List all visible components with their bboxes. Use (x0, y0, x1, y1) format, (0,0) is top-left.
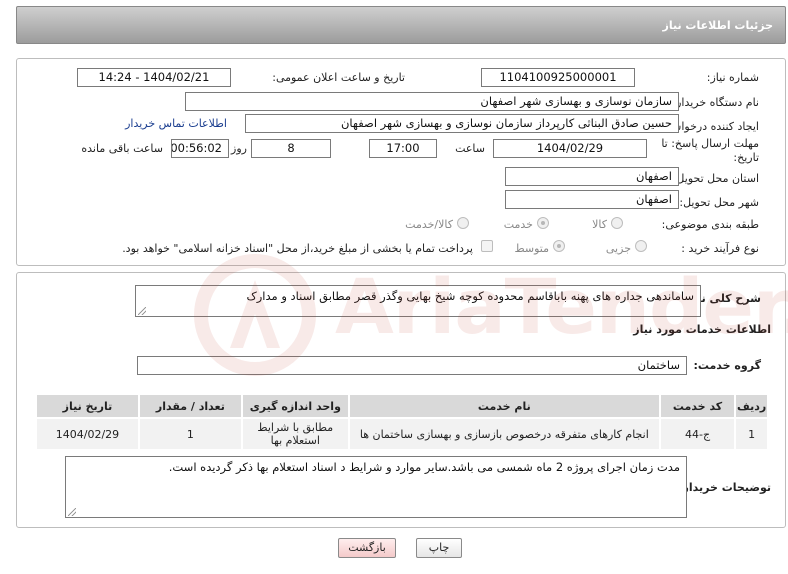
category-radio-goods[interactable] (611, 217, 623, 229)
need-number-field[interactable]: 1104100925000001 (481, 68, 635, 87)
cell-service-name: انجام کارهای متفرقه درخصوص بازسازی و بهس… (349, 419, 659, 449)
process-option-medium: متوسط (514, 242, 549, 255)
category-label: طبقه بندی موضوعی: (661, 218, 759, 231)
service-group-field[interactable]: ساختمان (137, 356, 687, 375)
creator-field[interactable]: حسین صادق البناثی کارپرداز سازمان نوسازی… (245, 114, 679, 133)
deadline-date-label: تاریخ: (733, 151, 759, 164)
request-info-panel: شماره نیاز: 1104100925000001 تاریخ و ساع… (16, 58, 786, 266)
cell-row-number: 1 (736, 419, 767, 449)
col-row-number: ردیف (736, 395, 767, 417)
category-option-service: خدمت (503, 218, 533, 231)
buyer-notes-textarea[interactable]: مدت زمان اجرای پروژه 2 ماه شمسی می باشد.… (65, 456, 687, 518)
province-field[interactable]: اصفهان (505, 167, 679, 186)
city-label: شهر محل تحویل: (679, 196, 759, 209)
category-radio-both[interactable] (457, 217, 469, 229)
process-radio-minor[interactable] (635, 240, 647, 252)
services-section-title: اطلاعات خدمات مورد نیاز (633, 323, 771, 336)
category-radio-service[interactable] (537, 217, 549, 229)
process-option-minor: جزیی (605, 242, 631, 255)
treasury-payment-checkbox[interactable] (481, 240, 493, 252)
deadline-date-field[interactable]: 1404/02/29 (493, 139, 647, 158)
need-number-label: شماره نیاز: (706, 71, 759, 84)
cell-service-code: ج-44 (660, 419, 735, 449)
deadline-label: مهلت ارسال پاسخ: تا (661, 137, 759, 150)
buyer-org-label: نام دستگاه خریدار: (672, 96, 759, 109)
col-service-code: کد خدمت (660, 395, 735, 417)
description-text: ساماندهی جداره های پهنه باباقاسم محدوده … (246, 289, 694, 303)
cell-quantity: 1 (139, 419, 241, 449)
page-title: جزئیات اطلاعات نیاز (662, 19, 774, 32)
category-option-both: کالا/خدمت (405, 218, 453, 231)
cell-need-date: 1404/02/29 (37, 419, 138, 449)
process-radio-medium[interactable] (553, 240, 565, 252)
treasury-payment-note: پرداخت تمام یا بخشی از مبلغ خرید،از محل … (122, 242, 473, 255)
resize-grip-icon[interactable] (68, 508, 76, 516)
category-option-goods: کالا (592, 218, 607, 231)
remaining-label: ساعت باقی مانده (81, 142, 163, 155)
province-label: استان محل تحویل: (672, 172, 759, 185)
page-header: جزئیات اطلاعات نیاز (16, 6, 786, 44)
col-need-date: تاریخ نیاز (37, 395, 138, 417)
buyer-contact-link[interactable]: اطلاعات تماس خریدار (125, 117, 227, 130)
deadline-time-label: ساعت (455, 142, 485, 155)
need-details-panel: شرح کلی نیاز: ساماندهی جداره های پهنه با… (16, 272, 786, 528)
process-label: نوع فرآیند خرید : (681, 242, 759, 255)
city-field[interactable]: اصفهان (505, 190, 679, 209)
buyer-notes-label: توضیحات خریدار: (678, 481, 771, 494)
col-service-name: نام خدمت (349, 395, 659, 417)
back-button[interactable]: بازگشت (338, 538, 396, 558)
table-row: 1 ج-44 انجام کارهای متفرقه درخصوص بازساز… (37, 419, 767, 449)
remaining-time-field[interactable]: 00:56:02 (171, 139, 229, 158)
description-textarea[interactable]: ساماندهی جداره های پهنه باباقاسم محدوده … (135, 285, 701, 317)
cell-unit: مطابق با شرایط استعلام بها (242, 419, 348, 449)
days-field[interactable]: 8 (251, 139, 331, 158)
resize-grip-icon[interactable] (138, 307, 146, 315)
services-table-header: ردیف کد خدمت نام خدمت واحد اندازه گیری ت… (37, 395, 767, 417)
deadline-time-field[interactable]: 17:00 (369, 139, 437, 158)
col-quantity: تعداد / مقدار (139, 395, 241, 417)
announce-label: تاریخ و ساعت اعلان عمومی: (272, 71, 405, 84)
buyer-notes-text: مدت زمان اجرای پروژه 2 ماه شمسی می باشد.… (168, 460, 680, 474)
service-group-label: گروه خدمت: (693, 359, 761, 372)
print-button[interactable]: چاپ (416, 538, 462, 558)
services-table: ردیف کد خدمت نام خدمت واحد اندازه گیری ت… (35, 393, 769, 451)
buyer-org-field[interactable]: سازمان نوسازی و بهسازی شهر اصفهان (185, 92, 679, 111)
col-unit: واحد اندازه گیری (242, 395, 348, 417)
announce-datetime-field[interactable]: 1404/02/21 - 14:24 (77, 68, 231, 87)
